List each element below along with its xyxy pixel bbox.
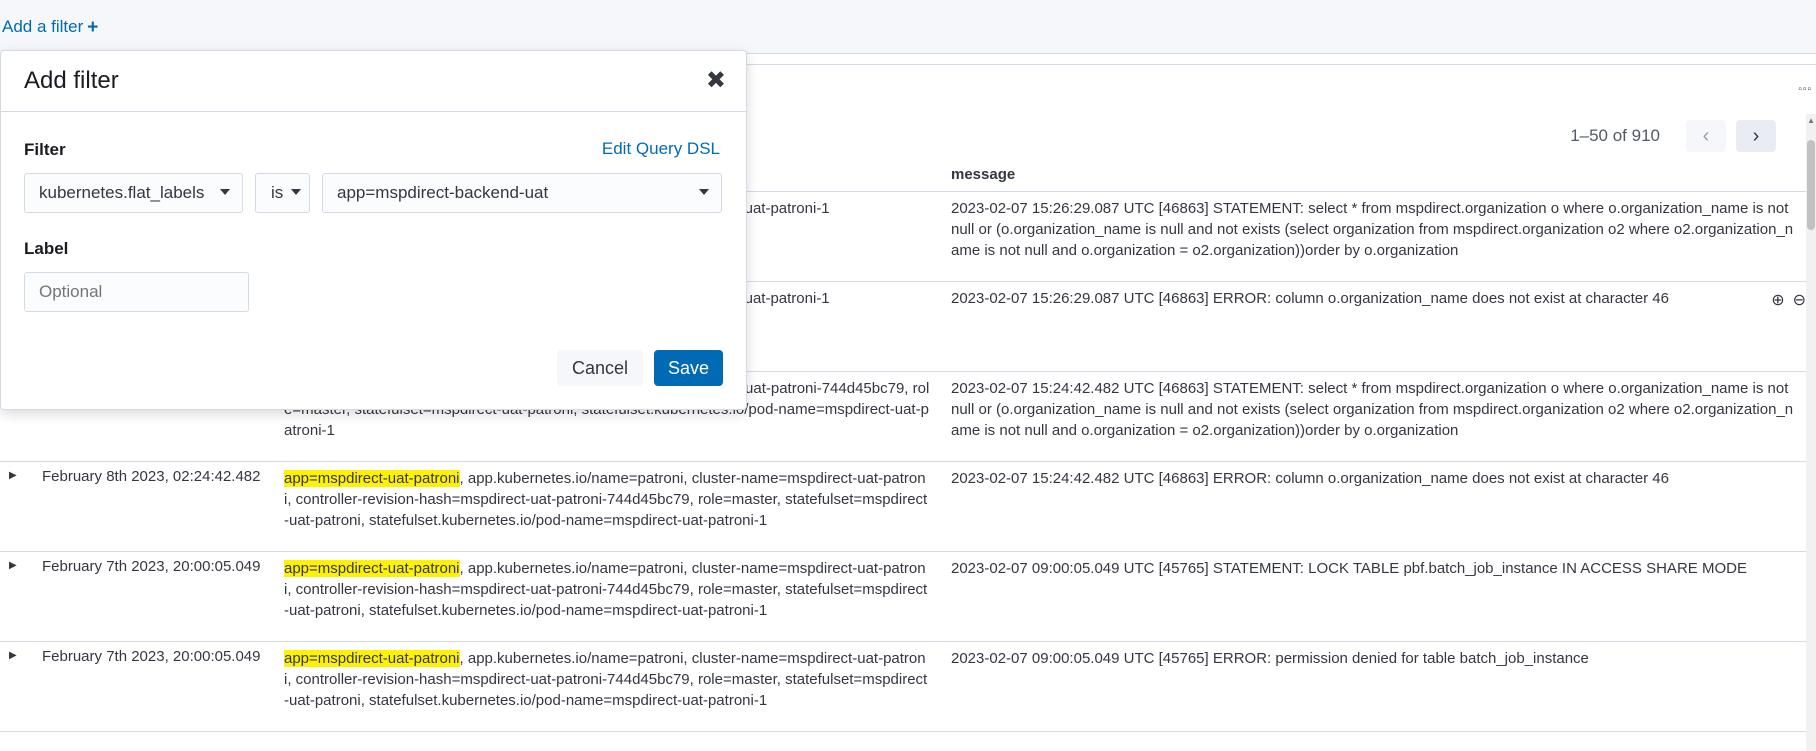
field-select[interactable]: kubernetes.flat_labels (24, 173, 243, 213)
label-highlight: app=mspdirect-uat-patroni (284, 650, 460, 667)
popover-title: Add filter (24, 67, 119, 94)
scrollbar-thumb[interactable] (1807, 140, 1815, 230)
chevron-down-icon (699, 189, 709, 195)
value-select-value: app=mspdirect-backend-uat (337, 183, 549, 202)
add-filter-popover: Add filter ✖ Filter Edit Query DSL kuber… (0, 50, 747, 410)
operator-select[interactable]: is (255, 173, 310, 213)
zoom-in-icon[interactable]: ⊕ (1771, 290, 1784, 310)
filter-label: Filter (24, 140, 66, 159)
scroll-up-arrow-icon[interactable]: ▲ (1807, 116, 1815, 125)
column-header-message[interactable]: message (951, 166, 1015, 183)
row-message: 2023-02-07 15:24:42.482 UTC [46863] STAT… (951, 380, 1794, 439)
row-timestamp: February 7th 2023, 20:00:05.049 (42, 558, 261, 575)
pagination: 1–50 of 910 ‹ › (1570, 120, 1776, 152)
label-highlight: app=mspdirect-uat-patroni (284, 560, 460, 577)
plus-icon: + (87, 16, 99, 38)
popover-divider (1, 111, 746, 112)
row-labels: app=mspdirect-uat-patroni, app.kubernete… (284, 648, 930, 711)
row-timestamp: February 8th 2023, 02:24:42.482 (42, 468, 261, 485)
label-label: Label (24, 239, 69, 258)
filter-bar: Add a filter + (0, 0, 1816, 54)
close-icon[interactable]: ✖ (706, 69, 726, 93)
operator-select-value: is (271, 183, 284, 202)
row-message: 2023-02-07 15:24:42.482 UTC [46863] ERRO… (951, 470, 1669, 487)
field-select-value: kubernetes.flat_labels (39, 183, 205, 202)
expand-row-icon[interactable]: ▶ (9, 470, 17, 481)
expand-row-icon[interactable]: ▶ (9, 650, 17, 661)
expand-row-icon[interactable]: ▶ (9, 560, 17, 571)
row-labels: app=mspdirect-uat-patroni, app.kubernete… (284, 468, 930, 531)
pagination-text: 1–50 of 910 (1570, 126, 1660, 145)
table-row: ▶ February 8th 2023, 02:24:42.482 app=mspd… (0, 462, 1806, 552)
add-filter-link[interactable]: Add a filter + (2, 17, 98, 37)
add-filter-label: Add a filter (2, 17, 84, 36)
chevron-down-icon (291, 189, 301, 195)
row-message: 2023-02-07 09:00:05.049 UTC [45765] STAT… (951, 560, 1747, 577)
row-labels: app=mspdirect-uat-patroni, app.kubernete… (284, 558, 930, 621)
value-select[interactable]: app=mspdirect-backend-uat (322, 173, 722, 213)
table-row: ▶ February 7th 2023, 20:00:05.049 app=mspd… (0, 642, 1806, 732)
row-message: 2023-02-07 09:00:05.049 UTC [45765] ERRO… (951, 650, 1589, 667)
chevron-down-icon (220, 189, 230, 195)
filter-actions: ⊕ ⊖ (1771, 290, 1806, 310)
chevron-right-icon[interactable]: › (1736, 120, 1776, 152)
cancel-button[interactable]: Cancel (557, 350, 643, 386)
save-button[interactable]: Save (654, 350, 723, 386)
custom-label-input[interactable] (24, 272, 249, 312)
edit-query-dsl-link[interactable]: Edit Query DSL (602, 139, 720, 159)
row-timestamp: February 7th 2023, 20:00:05.049 (42, 648, 261, 665)
row-message: 2023-02-07 15:26:29.087 UTC [46863] ERRO… (951, 290, 1669, 307)
row-message: 2023-02-07 15:26:29.087 UTC [46863] STAT… (951, 200, 1794, 259)
table-row: ▶ February 7th 2023, 20:00:05.049 app=mspd… (0, 552, 1806, 642)
more-options-icon[interactable]: ▫▫▫ (1798, 84, 1812, 95)
chevron-left-icon[interactable]: ‹ (1686, 120, 1726, 152)
zoom-out-icon[interactable]: ⊖ (1793, 290, 1806, 310)
label-highlight: app=mspdirect-uat-patroni (284, 470, 460, 487)
